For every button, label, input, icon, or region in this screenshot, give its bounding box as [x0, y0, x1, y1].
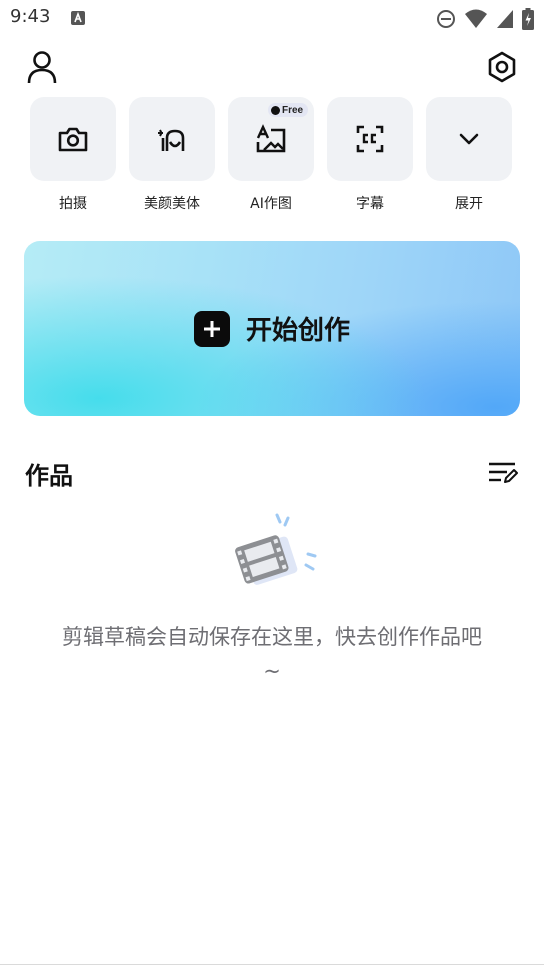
- tool-expand[interactable]: 展开: [426, 97, 512, 217]
- tool-camera[interactable]: 拍摄: [30, 97, 116, 217]
- clock-icon: [271, 105, 280, 115]
- app-notification-icon: [70, 10, 86, 26]
- tool-label: 拍摄: [59, 196, 87, 212]
- tool-tile[interactable]: [426, 97, 512, 181]
- list-edit-icon[interactable]: [488, 460, 518, 486]
- tool-tile[interactable]: [327, 97, 413, 181]
- plus-icon: [193, 310, 230, 347]
- free-badge-label: Free: [282, 104, 304, 116]
- battery-icon: [522, 8, 534, 30]
- empty-state-text: 剪辑草稿会自动保存在这里，快去创作作品吧~: [62, 625, 482, 683]
- tool-ai-image[interactable]: Free AI作图: [228, 97, 314, 217]
- tool-label: 字幕: [356, 196, 384, 212]
- settings-icon[interactable]: [486, 50, 518, 84]
- start-create-label: 开始创作: [245, 316, 350, 346]
- works-title: 作品: [25, 462, 73, 490]
- signal-icon: [496, 9, 514, 29]
- camera-icon: [57, 125, 89, 153]
- status-icons: [436, 8, 534, 30]
- tool-tile[interactable]: [30, 97, 116, 181]
- status-time: 9:43: [10, 6, 51, 27]
- start-create-content: 开始创作: [193, 310, 350, 347]
- film-illustration-icon: [230, 512, 322, 596]
- tool-beauty[interactable]: 美颜美体: [129, 97, 215, 217]
- free-badge: Free: [268, 103, 309, 117]
- tool-label: AI作图: [250, 196, 292, 212]
- beauty-icon: [156, 124, 188, 154]
- tool-tile[interactable]: [129, 97, 215, 181]
- chevron-down-icon: [457, 131, 481, 147]
- wifi-icon: [464, 9, 488, 29]
- captions-icon: [355, 124, 385, 154]
- start-create-button[interactable]: 开始创作: [24, 241, 520, 416]
- tool-label: 美颜美体: [144, 196, 200, 212]
- tool-label: 展开: [455, 196, 483, 212]
- profile-icon[interactable]: [26, 50, 58, 84]
- tool-captions[interactable]: 字幕: [327, 97, 413, 217]
- bottom-divider: [0, 964, 544, 965]
- status-bar: 9:43: [0, 0, 544, 36]
- tool-tile[interactable]: Free: [228, 97, 314, 181]
- quick-tools: 拍摄 美颜美体 Free AI作图 字幕 展开: [30, 97, 520, 217]
- ai-image-icon: [255, 124, 287, 154]
- do-not-disturb-icon: [436, 9, 456, 29]
- top-bar: [0, 42, 544, 92]
